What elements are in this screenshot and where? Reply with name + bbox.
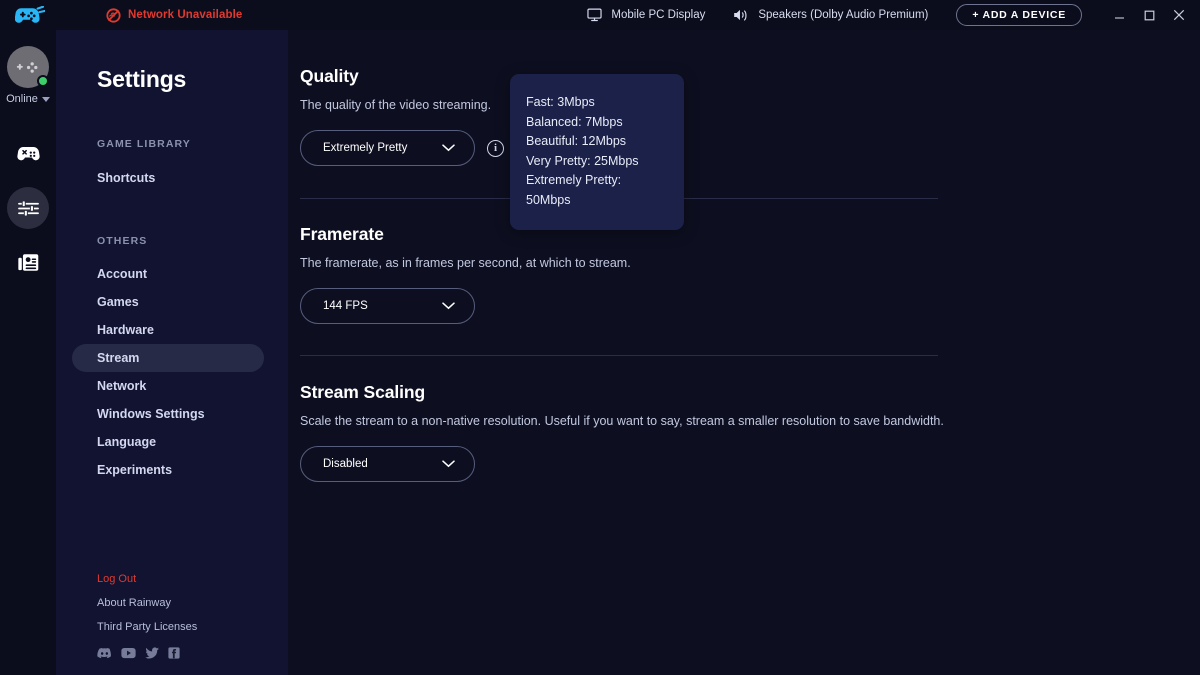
gamepad-logo-icon — [15, 5, 45, 23]
add-device-button[interactable]: + ADD A DEVICE — [956, 4, 1082, 26]
chevron-down-icon — [41, 96, 50, 102]
display-device-label: Mobile PC Display — [611, 9, 706, 21]
presence-selector[interactable]: Online — [6, 93, 50, 105]
tooltip-line: Balanced: 7Mbps — [526, 114, 623, 129]
minimize-icon — [1114, 16, 1124, 19]
framerate-control-row: 144 FPS — [300, 288, 631, 324]
app-window: Network Unavailable Mobile PC Display Sp… — [0, 0, 1200, 675]
minimize-button[interactable] — [1104, 0, 1134, 30]
tooltip-line: Beautiful: 12Mbps — [526, 134, 627, 148]
monitor-icon — [587, 8, 603, 22]
framerate-description: The framerate, as in frames per second, … — [300, 256, 631, 270]
sidebar-item-shortcuts[interactable]: Shortcuts — [56, 164, 288, 191]
nav-group-others: OTHERS — [97, 235, 148, 247]
framerate-dropdown[interactable]: 144 FPS — [300, 288, 475, 324]
logout-link[interactable]: Log Out — [97, 573, 197, 585]
youtube-icon[interactable] — [121, 647, 136, 659]
sidebar-item-network[interactable]: Network — [56, 372, 288, 400]
nav-list-others: Account Games Hardware Stream Network Wi… — [56, 260, 288, 484]
chevron-down-icon — [442, 302, 455, 310]
network-unavailable-icon — [106, 7, 121, 23]
quality-dropdown[interactable]: Extremely Pretty — [300, 130, 475, 166]
avatar[interactable] — [6, 46, 49, 88]
quality-title: Quality — [300, 66, 359, 86]
facebook-icon[interactable] — [168, 647, 180, 659]
chevron-down-icon — [442, 460, 455, 468]
nav-list-game-library: Shortcuts — [56, 164, 288, 191]
rail-item-settings[interactable] — [7, 187, 49, 229]
divider-framerate-scaling — [300, 355, 938, 356]
sidebar-item-account[interactable]: Account — [56, 260, 288, 288]
section-stream-scaling: Stream Scaling Scale the stream to a non… — [300, 382, 944, 482]
maximize-button[interactable] — [1134, 0, 1164, 30]
audio-device[interactable]: Speakers (Dolby Audio Premium) — [733, 8, 928, 22]
sidebar-item-games[interactable]: Games — [56, 288, 288, 316]
framerate-value: 144 FPS — [323, 300, 368, 312]
rail-item-library[interactable] — [7, 133, 49, 175]
window-controls — [1104, 0, 1194, 30]
audio-device-label: Speakers (Dolby Audio Premium) — [758, 9, 929, 21]
user-presence-block: Online — [6, 46, 50, 105]
quality-description: The quality of the video streaming. — [300, 98, 492, 112]
gamepad-avatar-icon — [16, 61, 38, 73]
stream-scaling-title: Stream Scaling — [300, 382, 426, 402]
sidebar-item-experiments[interactable]: Experiments — [56, 456, 288, 484]
online-status-dot — [36, 75, 49, 87]
quality-control-row: Extremely Pretty i — [300, 130, 504, 166]
close-icon — [1173, 9, 1185, 21]
speaker-icon — [734, 9, 747, 21]
left-icon-rail: Online — [0, 30, 56, 675]
quality-bitrate-tooltip: Fast: 3Mbps Balanced: 7Mbps Beautiful: 1… — [510, 74, 684, 230]
tooltip-line: Fast: 3Mbps — [526, 95, 595, 109]
sidebar-item-stream[interactable]: Stream — [72, 344, 264, 372]
discord-icon[interactable] — [97, 647, 112, 659]
gamepad-library-icon — [16, 146, 40, 160]
settings-sidebar: Settings GAME LIBRARY Shortcuts OTHERS A… — [56, 30, 288, 675]
network-status: Network Unavailable — [106, 7, 243, 23]
sliders-settings-icon — [17, 199, 39, 217]
section-framerate: Framerate The framerate, as in frames pe… — [300, 224, 631, 324]
page-title: Settings — [97, 66, 187, 92]
display-device[interactable]: Mobile PC Display — [587, 8, 705, 22]
about-link[interactable]: About Rainway — [97, 597, 197, 609]
stream-scaling-control-row: Disabled — [300, 446, 944, 482]
network-status-label: Network Unavailable — [128, 9, 243, 21]
stream-scaling-dropdown[interactable]: Disabled — [300, 446, 475, 482]
rail-icon-list — [7, 133, 49, 283]
nav-group-game-library: GAME LIBRARY — [97, 138, 191, 150]
third-party-licenses-link[interactable]: Third Party Licenses — [97, 621, 197, 633]
stream-scaling-value: Disabled — [323, 458, 368, 470]
sidebar-item-windows-settings[interactable]: Windows Settings — [56, 400, 288, 428]
presence-label: Online — [6, 93, 38, 105]
tooltip-line: Very Pretty: 25Mbps — [526, 153, 639, 168]
news-article-icon — [17, 253, 38, 271]
sidebar-footer: Log Out About Rainway Third Party Licens… — [97, 573, 197, 659]
social-links — [97, 647, 197, 659]
close-button[interactable] — [1164, 0, 1194, 30]
sidebar-item-language[interactable]: Language — [56, 428, 288, 456]
section-quality: Quality The quality of the video streami… — [300, 66, 504, 166]
sidebar-item-hardware[interactable]: Hardware — [56, 316, 288, 344]
tooltip-line: Extremely Pretty: — [526, 173, 622, 187]
stream-scaling-description: Scale the stream to a non-native resolut… — [300, 414, 944, 428]
chevron-down-icon — [442, 144, 455, 152]
rail-item-news[interactable] — [7, 241, 49, 283]
settings-content: Quality The quality of the video streami… — [288, 30, 1200, 675]
tooltip-line: 50Mbps — [526, 192, 571, 207]
quality-value: Extremely Pretty — [323, 142, 408, 154]
quality-info-icon[interactable]: i — [487, 139, 504, 157]
title-bar: Network Unavailable Mobile PC Display Sp… — [0, 0, 1200, 30]
app-logo[interactable] — [0, 0, 60, 30]
twitter-icon[interactable] — [145, 647, 159, 659]
maximize-icon — [1144, 10, 1154, 20]
